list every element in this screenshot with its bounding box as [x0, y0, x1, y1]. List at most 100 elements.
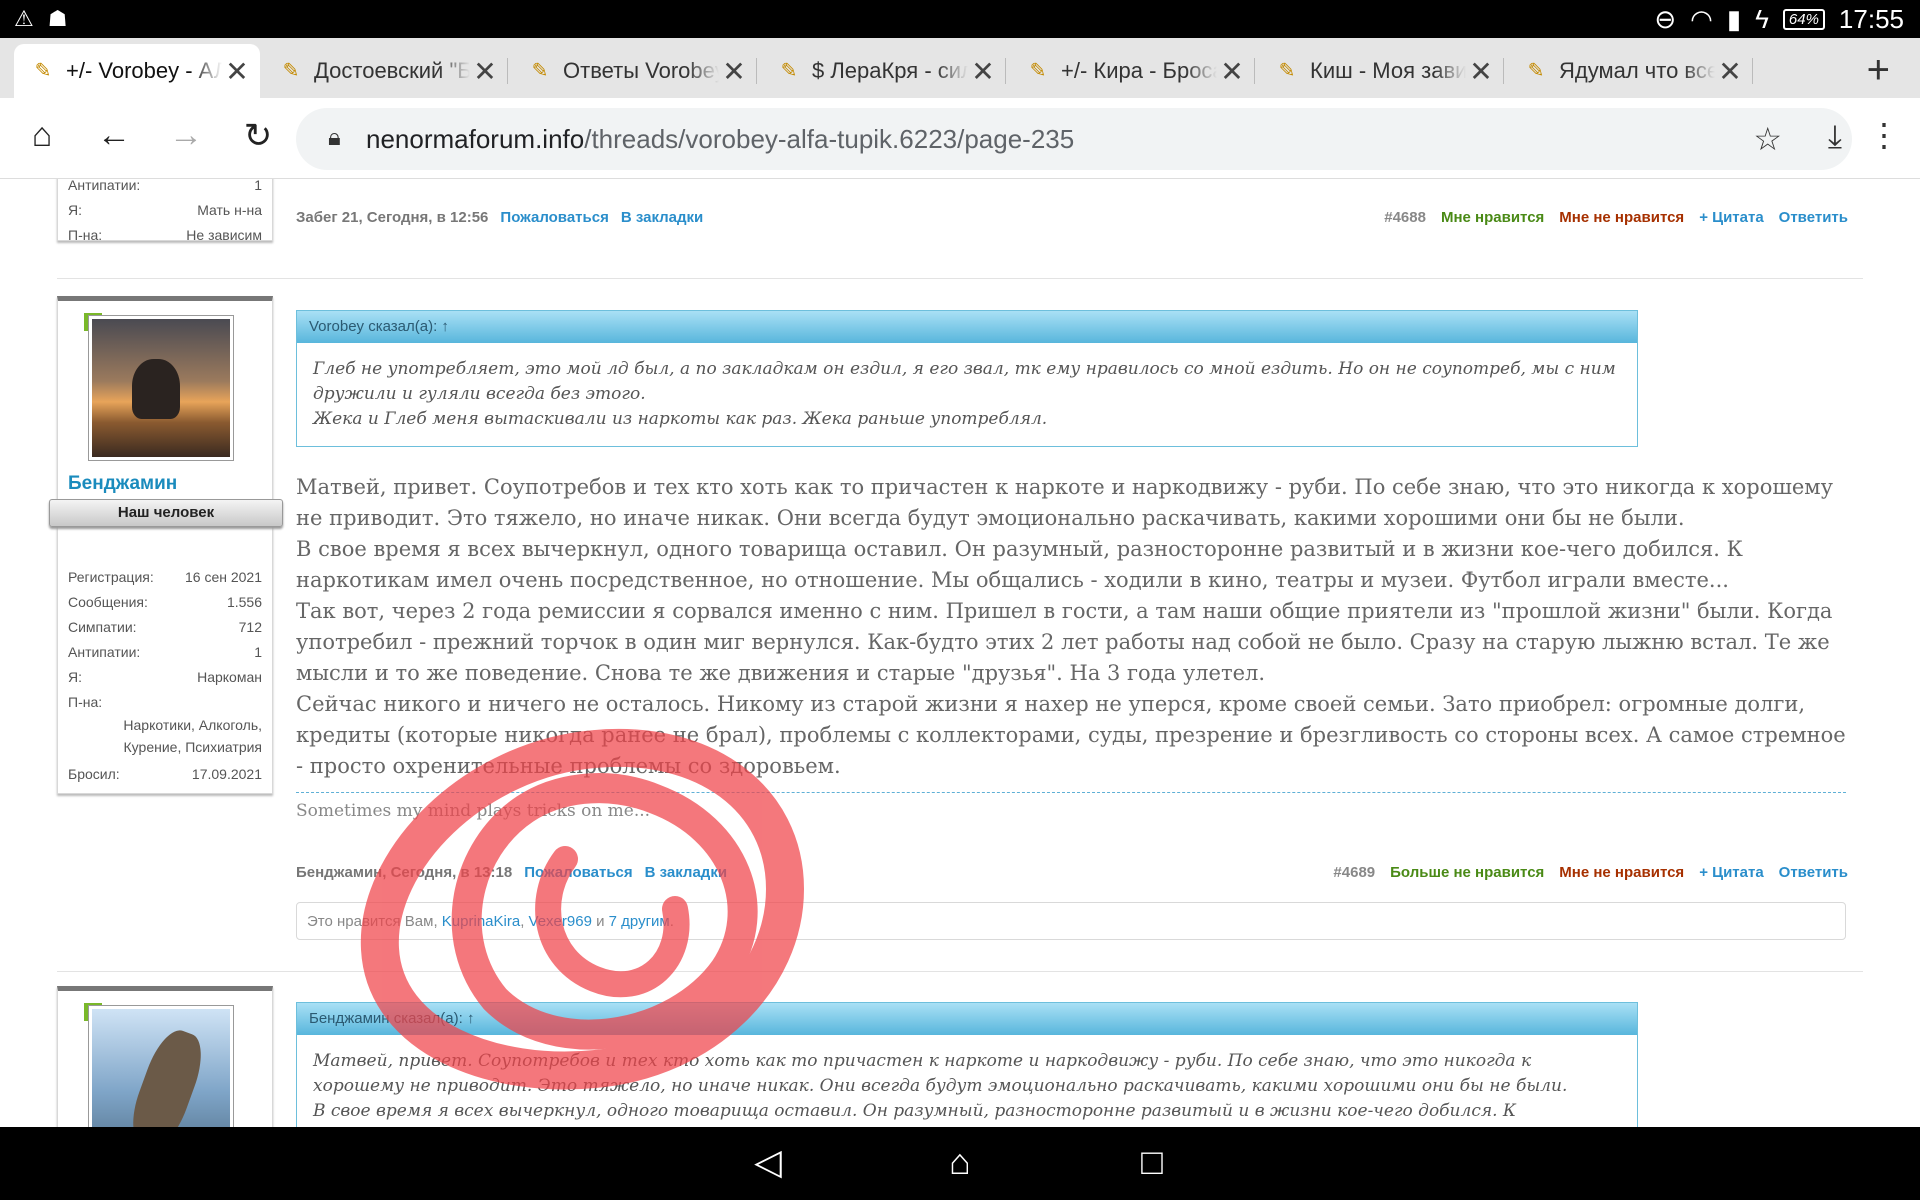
username[interactable]: Бенджамин: [68, 473, 177, 495]
reply-button[interactable]: Ответить: [1779, 864, 1848, 881]
download-icon[interactable]: ⤓: [1828, 118, 1842, 156]
close-tab-icon[interactable]: ✕: [1217, 55, 1247, 88]
likes-summary: Это нравится Вам, KuprinaKira, Vexer969 …: [296, 902, 1846, 940]
close-tab-icon[interactable]: ✕: [719, 55, 749, 88]
bookmark-link[interactable]: В закладки: [645, 864, 727, 881]
tab-title: Достоевский "Б: [314, 58, 470, 83]
post-author-date: Забег 21, Сегодня, в 12:56: [296, 209, 489, 226]
quote-body: Глеб не употребляет, это мой лд был, а п…: [313, 359, 1616, 429]
dislike-button[interactable]: Мне не нравится: [1559, 864, 1684, 881]
status-bar: ⚠ ☗ ⊖ ◠ ▮ ϟ 64% 17:55: [0, 0, 1920, 38]
paragraph: В свое время я всех вычеркнул, одного то…: [296, 537, 1743, 592]
quote-body: Матвей, привет. Соупотребов и тех кто хо…: [313, 1051, 1568, 1127]
nav-recents-icon[interactable]: □: [1122, 1141, 1182, 1183]
back-icon[interactable]: ←: [92, 116, 136, 155]
close-tab-icon[interactable]: ✕: [1466, 55, 1496, 88]
post-controls: #4688 Мне нравится Мне не нравится + Цит…: [1384, 209, 1848, 226]
tab-title: +/- Vorobey - АЛ: [66, 58, 222, 83]
reload-icon[interactable]: ↻: [236, 116, 280, 156]
tab-title: Ответы Vorobey: [563, 58, 719, 83]
tab-7[interactable]: ✎ Ядумал что все ✕: [1507, 44, 1753, 98]
warning-icon: ⚠: [14, 6, 34, 31]
report-link[interactable]: Пожаловаться: [524, 864, 632, 881]
battery-level: 64%: [1782, 9, 1825, 30]
user-field: Сообщения: 1.556: [68, 593, 262, 610]
unlike-button[interactable]: Больше не нравится: [1390, 864, 1544, 881]
post-number[interactable]: #4688: [1384, 209, 1426, 226]
avatar[interactable]: [88, 1005, 234, 1127]
liker-link[interactable]: KuprinaKira: [442, 913, 520, 930]
user-field: Бросил: 17.09.2021: [68, 765, 262, 782]
post-author-date: Бенджамин, Сегодня, в 13:18: [296, 864, 513, 881]
site-favicon-icon: ✎: [1278, 60, 1296, 82]
bookmark-star-icon[interactable]: ☆: [1753, 120, 1782, 158]
post-divider: [57, 278, 1863, 279]
tab-title: Ядумал что все: [1559, 58, 1715, 83]
url-text[interactable]: nenormaforum.info/threads/vorobey-alfa-t…: [366, 124, 1074, 155]
bookmark-link[interactable]: В закладки: [621, 209, 703, 226]
post-divider: [57, 971, 1863, 972]
tab-5[interactable]: ✎ +/- Кира - Броса ✕: [1009, 44, 1255, 98]
close-tab-icon[interactable]: ✕: [968, 55, 998, 88]
tab-1[interactable]: ✎ +/- Vorobey - АЛ ✕: [14, 44, 260, 98]
close-tab-icon[interactable]: ✕: [222, 55, 252, 88]
home-icon[interactable]: ⌂: [20, 116, 64, 155]
user-field: Я: Мать н-на: [68, 201, 262, 218]
close-tab-icon[interactable]: ✕: [1715, 55, 1745, 88]
new-tab-icon[interactable]: +: [1867, 48, 1890, 93]
tab-title: Киш - Моя зави: [1310, 58, 1466, 83]
quote-header[interactable]: Бенджамин сказал(а): ↑: [297, 1003, 1637, 1035]
lock-icon: 🔒︎: [328, 124, 341, 151]
site-favicon-icon: ✎: [1029, 60, 1047, 82]
tab-2[interactable]: ✎ Достоевский "Б ✕: [262, 44, 508, 98]
dnd-icon: ⊖: [1654, 4, 1677, 34]
user-sidebar-next: [57, 986, 273, 1127]
dislike-button[interactable]: Мне не нравится: [1559, 209, 1684, 226]
user-field: Антипатии: 1: [68, 179, 262, 193]
site-favicon-icon: ✎: [34, 60, 52, 82]
sim-icon: ▮: [1726, 4, 1742, 34]
post-number[interactable]: #4689: [1333, 864, 1375, 881]
user-field: П-на: Не зависим: [68, 226, 262, 243]
others-link[interactable]: 7 другим: [609, 913, 670, 930]
overflow-menu-icon[interactable]: ⋮: [1868, 116, 1900, 154]
post-meta: Забег 21, Сегодня, в 12:56 Пожаловаться В …: [296, 209, 703, 226]
site-favicon-icon: ✎: [1527, 60, 1545, 82]
tab-title: +/- Кира - Броса: [1061, 58, 1217, 83]
tab-title: $ ЛераКря - сил: [812, 58, 968, 83]
site-favicon-icon: ✎: [282, 60, 300, 82]
paragraph: Матвей, привет. Соупотребов и тех кто хо…: [296, 475, 1833, 530]
user-field: Регистрация: 16 сен 2021: [68, 568, 262, 585]
tab-6[interactable]: ✎ Киш - Моя зави ✕: [1258, 44, 1504, 98]
forward-icon[interactable]: →: [164, 116, 208, 155]
clock: 17:55: [1838, 4, 1904, 34]
avatar[interactable]: [88, 315, 234, 461]
message-text: Матвей, привет. Соупотребов и тех кто хо…: [296, 472, 1846, 782]
quote-header[interactable]: Vorobey сказал(а): ↑: [297, 311, 1637, 343]
close-tab-icon[interactable]: ✕: [470, 55, 500, 88]
site-favicon-icon: ✎: [780, 60, 798, 82]
user-field: Я: Наркоман: [68, 668, 262, 685]
browser-toolbar: ⌂ ← → ↻ 🔒︎ nenormaforum.info/threads/vor…: [0, 98, 1920, 179]
tab-4[interactable]: ✎ $ ЛераКря - сил ✕: [760, 44, 1006, 98]
reply-button[interactable]: Ответить: [1779, 209, 1848, 226]
address-bar[interactable]: 🔒︎ nenormaforum.info/threads/vorobey-alf…: [296, 108, 1852, 170]
quote-block: Vorobey сказал(а): ↑ Глеб не употребляет…: [296, 310, 1638, 447]
nav-back-icon[interactable]: ◁: [738, 1141, 798, 1183]
post-meta: Бенджамин, Сегодня, в 13:18 Пожаловаться В…: [296, 864, 727, 881]
nav-home-icon[interactable]: ⌂: [930, 1141, 990, 1183]
tab-strip: ✎ +/- Vorobey - АЛ ✕ ✎ Достоевский "Б ✕ …: [0, 38, 1920, 98]
site-favicon-icon: ✎: [531, 60, 549, 82]
report-link[interactable]: Пожаловаться: [500, 209, 608, 226]
quote-button[interactable]: + Цитата: [1699, 864, 1763, 881]
quote-button[interactable]: + Цитата: [1699, 209, 1763, 226]
user-field-value: Наркотики, Алкоголь, Курение, Психиатрия: [123, 717, 262, 755]
user-title-badge: Наш человек: [49, 499, 283, 527]
user-field: Антипатии: 1: [68, 643, 262, 660]
page-content: Антипатии: 1 Я: Мать н-на П-на: Не зависим …: [0, 179, 1920, 1127]
post-controls: #4689 Больше не нравится Мне не нравится…: [1333, 864, 1848, 881]
tab-3[interactable]: ✎ Ответы Vorobey ✕: [511, 44, 757, 98]
liker-link[interactable]: Vexer969: [529, 913, 592, 930]
like-button[interactable]: Мне нравится: [1441, 209, 1544, 226]
paragraph: Сейчас никого и ничего не осталось. Нико…: [296, 692, 1846, 778]
